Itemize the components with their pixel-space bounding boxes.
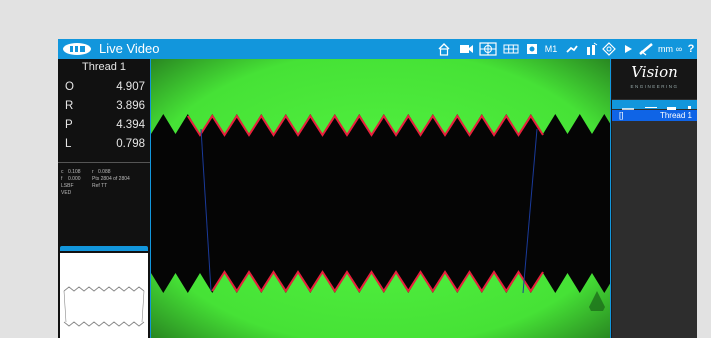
crosshair-icon[interactable] [479,42,497,56]
measurement-key: P [65,119,73,131]
preview-tab[interactable] [60,246,148,251]
brand-logo: Vision ENGINEERING [612,59,697,99]
feature-panel: Vision ENGINEERING [] Thread 1 [612,59,697,338]
detail-r-label: r [92,169,94,175]
measurement-row: L 0.798 [58,135,150,153]
measurement-key: R [65,100,74,112]
feature-type-icon: [] [619,111,624,120]
divider [58,162,150,163]
title-bar: Live Video M1 mm ∞ ? [58,39,697,59]
brand-name: Vision [631,63,678,81]
detail-c-label: c [61,169,64,175]
probe-icon[interactable] [565,42,579,56]
m1-button[interactable]: M1 [543,42,559,56]
video-camera-icon[interactable] [459,42,475,56]
gear-icon[interactable] [525,42,539,56]
play-icon[interactable] [623,42,633,56]
detail-reference: Ref TT [92,183,108,189]
units-button[interactable]: mm [658,42,673,56]
detail-method: LSBF [61,183,74,189]
thread-image [151,59,610,338]
brand-subtitle: ENGINEERING [630,84,679,89]
measurement-key: O [65,81,74,93]
detail-r-value: 0.088 [98,169,111,175]
measurement-row: O 4.907 [58,78,150,96]
grid-icon[interactable] [503,42,519,56]
measure-tool-icon[interactable] [638,42,656,56]
detail-mode: VED [61,190,72,196]
measurement-value: 0.798 [116,138,145,150]
lighting-icon[interactable] [585,42,599,56]
feature-list-item[interactable]: [] Thread 1 [612,110,697,121]
feature-name: Thread 1 [659,111,692,120]
target-icon[interactable] [602,42,616,56]
detail-points: Pts 2804 of 2804 [92,176,130,182]
live-video-view[interactable] [150,59,611,338]
measurement-value: 4.907 [116,81,145,93]
thread-profile-preview [60,253,148,338]
profile-preview-graphic [63,286,145,327]
feature-title: Thread 1 [81,61,127,73]
detail-f-value: 0.000 [68,176,81,182]
home-icon[interactable] [437,42,451,56]
help-button[interactable]: ? [686,42,696,56]
app-window: Live Video M1 mm ∞ ? Thread 1 O 4.907 R … [58,39,697,338]
feature-panel-tabs[interactable] [612,100,697,111]
measurement-value: 4.394 [116,119,145,131]
infinity-button[interactable]: ∞ [674,42,684,56]
measurement-row: R 3.896 [58,97,150,115]
measurement-row: P 4.394 [58,116,150,134]
detail-f-label: f [61,176,63,182]
app-logo-icon [63,43,91,55]
window-title: Live Video [99,41,160,56]
measurement-panel: Thread 1 O 4.907 R 3.896 P 4.394 L 0.798… [58,59,150,338]
measurement-value: 3.896 [116,100,145,112]
measurement-key: L [65,138,72,150]
detail-c-value: 0.108 [68,169,81,175]
